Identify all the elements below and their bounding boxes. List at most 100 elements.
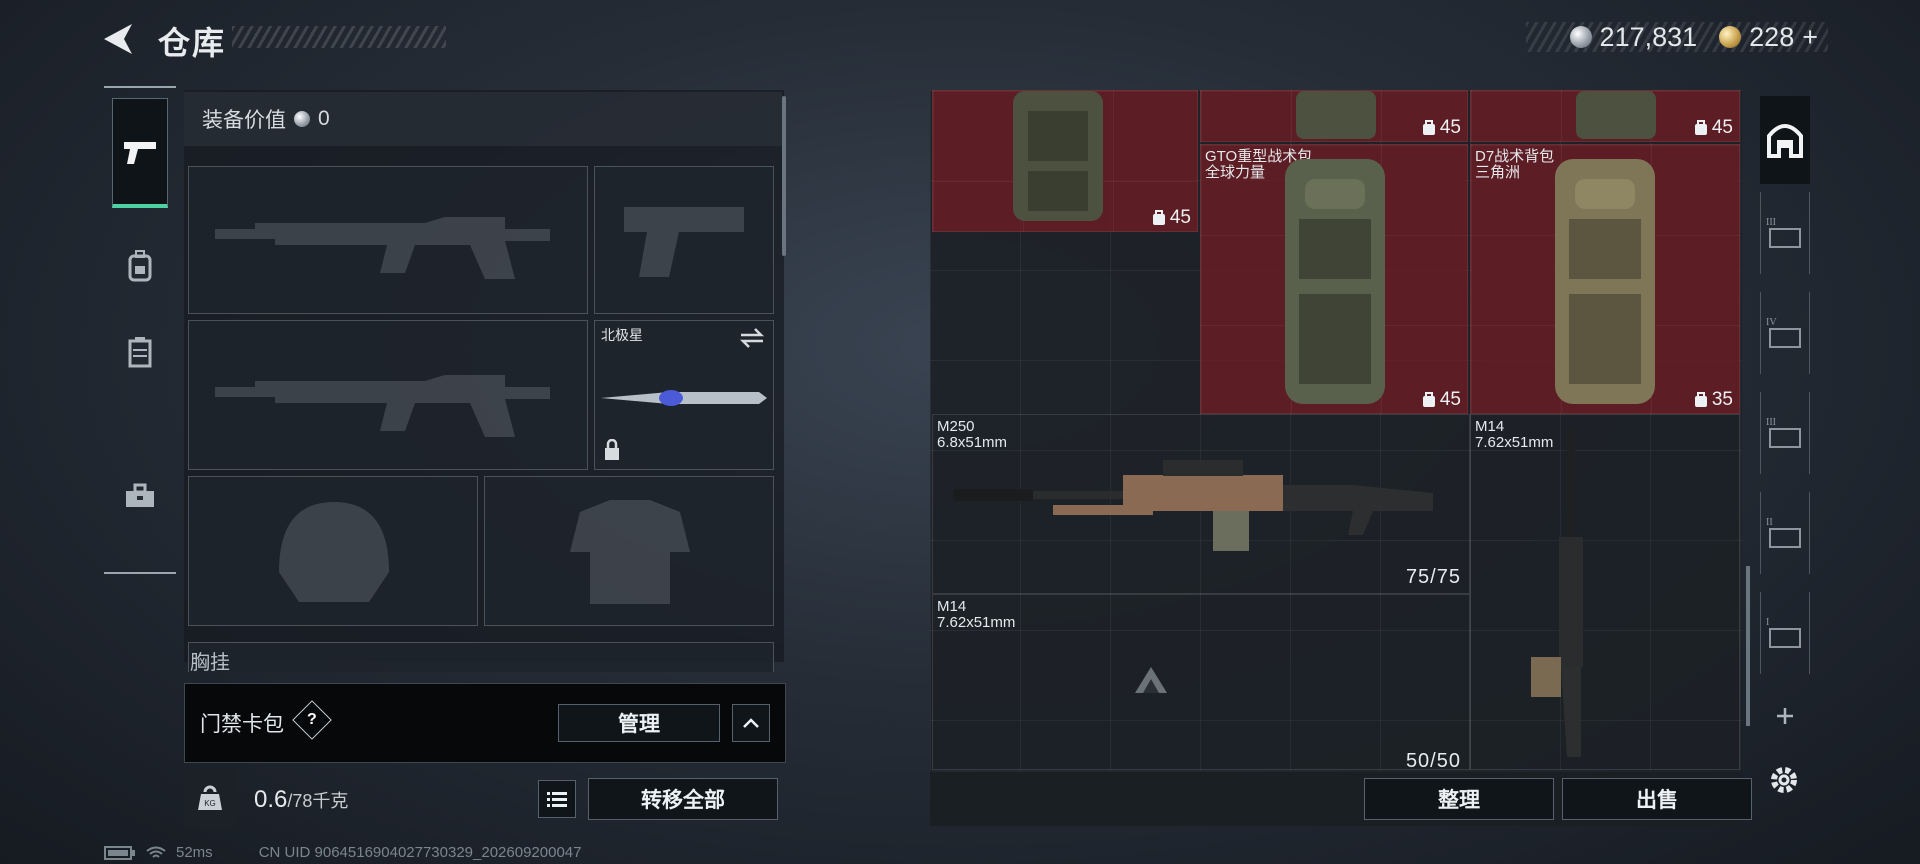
inventory-item[interactable]: GTO重型战术包 全球力量 45 — [1200, 144, 1468, 414]
inventory-weapon[interactable]: M14 7.62x51mm — [1470, 414, 1740, 770]
weapon-name: M14 7.62x51mm — [937, 599, 1015, 631]
weapon-ammo: 50/50 — [1405, 750, 1461, 770]
rifle-icon — [1531, 427, 1583, 757]
melee-slot[interactable]: 北极星 — [594, 320, 774, 470]
page-title: 仓库 — [158, 25, 227, 61]
storage-box-icon: IV — [1766, 317, 1801, 348]
add-storage-button[interactable] — [1760, 696, 1810, 736]
capacity-icon — [1694, 120, 1707, 135]
storage-tab[interactable]: III — [1760, 392, 1810, 474]
sidearm-slot[interactable] — [594, 166, 774, 314]
inventory-item[interactable]: 45 — [932, 90, 1198, 232]
secondary-weapon-slot[interactable] — [188, 320, 588, 470]
kg-label: KG — [204, 799, 216, 808]
tab-level: II — [1766, 517, 1773, 528]
inventory-item[interactable]: D7战术背包 三角洲 35 — [1470, 144, 1740, 414]
kettlebell-icon: KG — [198, 785, 222, 810]
item-capacity: 45 — [1439, 117, 1461, 138]
primary-weapon-slot[interactable] — [188, 166, 588, 314]
armor-silhouette-icon — [570, 500, 690, 604]
silver-coin-icon — [294, 111, 310, 127]
storage-tab[interactable]: II — [1760, 492, 1810, 574]
weight-icon-box: KG — [184, 768, 236, 828]
sell-button[interactable]: 出售 — [1562, 778, 1752, 820]
storage-box-icon: III — [1766, 417, 1801, 448]
backpack-icon — [1285, 159, 1385, 404]
toolbox-icon — [126, 483, 154, 507]
settings-button[interactable] — [1764, 760, 1804, 800]
helmet-slot[interactable] — [188, 476, 478, 626]
tab-toolbox[interactable] — [112, 468, 168, 524]
storage-tab[interactable]: IV — [1760, 292, 1810, 374]
storage-tab[interactable]: III — [1760, 192, 1810, 274]
item-capacity: 45 — [1711, 117, 1733, 138]
inventory-item[interactable]: 45 — [1200, 90, 1468, 142]
tab-backpack[interactable] — [112, 238, 168, 294]
tab-level: I — [1766, 617, 1769, 628]
pistol-silhouette-icon — [624, 207, 744, 277]
equipment-value: 装备价值 0 — [184, 92, 782, 146]
swap-icon[interactable] — [739, 327, 765, 349]
backpack-icon — [128, 250, 152, 282]
chest-rig-slot[interactable] — [188, 642, 774, 672]
tab-armor[interactable] — [112, 324, 168, 380]
user-uid: CN UID 9064516904027730329_202609200047 — [258, 844, 582, 861]
back-button[interactable] — [100, 20, 136, 58]
item-title: D7战术背包 — [1475, 148, 1555, 165]
help-icon: ? — [307, 711, 317, 728]
silver-coin-icon — [1569, 26, 1592, 48]
inventory-item[interactable]: 45 — [1470, 90, 1740, 142]
transfer-all-button[interactable]: 转移全部 — [588, 778, 778, 820]
backpack-icon — [1013, 91, 1103, 221]
gold-plus-button[interactable]: + — [1802, 22, 1818, 53]
inventory-grid: 45 45 45 GTO重型战术包 全球力量 45 D7战术背包 三角洲 35 … — [930, 90, 1742, 770]
loadout-scrollbar[interactable] — [782, 96, 786, 256]
item-badge: 45 — [1422, 117, 1461, 139]
equip-value-label: 装备价值 — [202, 109, 286, 132]
knife-icon — [601, 390, 767, 406]
weapon-title: M250 — [937, 418, 975, 435]
item-badge: 45 — [1152, 207, 1191, 229]
item-name: D7战术背包 三角洲 — [1475, 149, 1554, 181]
ping-value: 52ms — [176, 844, 213, 861]
weight-current: 0.6 — [254, 786, 288, 813]
collapse-button[interactable] — [732, 704, 770, 742]
storage-box-icon: I — [1766, 617, 1801, 648]
capacity-icon — [1422, 120, 1435, 135]
category-tabs — [104, 86, 176, 574]
currency-display: 217,831 228 + — [1525, 21, 1828, 53]
tab-level: IV — [1766, 317, 1777, 328]
status-bar: 52ms CN UID 9064516904027730329_20260920… — [104, 844, 581, 861]
capacity-icon — [1694, 392, 1707, 407]
inventory-weapon[interactable]: M14 7.62x51mm 50/50 — [932, 594, 1470, 770]
item-capacity: 45 — [1439, 389, 1461, 410]
tab-level: III — [1766, 417, 1776, 428]
tab-home-storage[interactable] — [1760, 96, 1810, 184]
battery-icon — [104, 845, 135, 860]
item-capacity: 35 — [1711, 389, 1733, 410]
silver-amount: 217,831 — [1599, 21, 1698, 52]
inventory-scrollbar[interactable] — [1746, 566, 1750, 726]
inventory-weapon[interactable]: M250 6.8x51mm 75/75 — [932, 414, 1470, 594]
organize-button[interactable]: 整理 — [1364, 778, 1554, 820]
tab-weapons[interactable] — [112, 98, 168, 208]
vest-icon — [128, 337, 152, 368]
item-badge: 45 — [1694, 117, 1733, 139]
weight-capacity: /78千克 — [287, 791, 349, 811]
storage-home-icon — [1767, 124, 1803, 158]
machine-gun-icon — [953, 460, 1433, 551]
weapon-caliber: 7.62x51mm — [937, 614, 1016, 631]
capacity-icon — [1152, 210, 1165, 225]
equip-value-amount: 0 — [318, 107, 330, 130]
armor-slot[interactable] — [484, 476, 774, 626]
storage-tab[interactable]: I — [1760, 592, 1810, 674]
gear-icon — [1771, 767, 1797, 793]
backpack-icon — [1576, 91, 1656, 139]
weight-readout: 0.6/78千克 — [254, 786, 348, 814]
backpack-icon — [1296, 91, 1376, 139]
list-view-button[interactable] — [538, 780, 576, 818]
chevron-up-icon — [743, 718, 759, 728]
capacity-icon — [1422, 392, 1435, 407]
chest-rig-label: 胸挂 — [190, 652, 230, 674]
manage-button[interactable]: 管理 — [558, 704, 720, 742]
